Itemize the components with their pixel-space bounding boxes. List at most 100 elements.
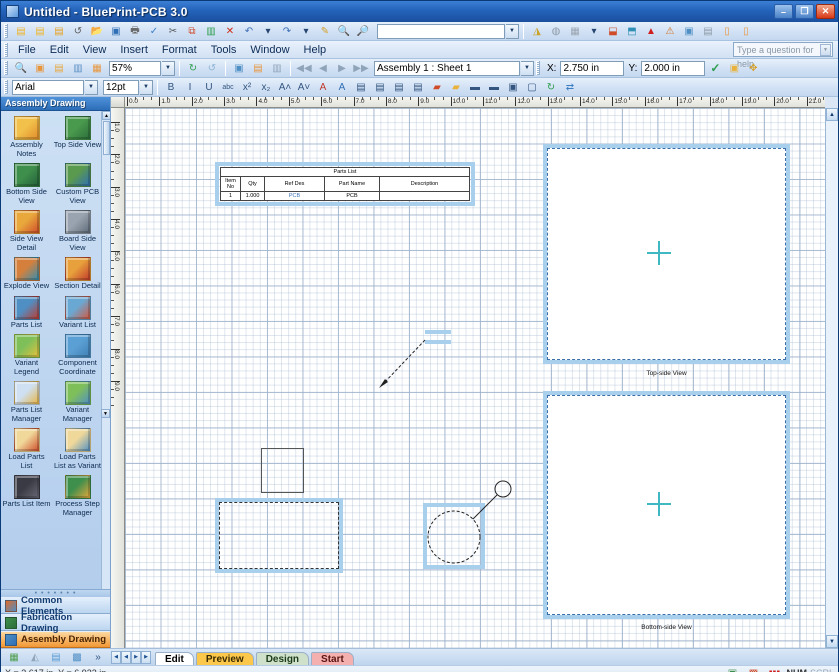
delete-icon[interactable]: ✕ — [221, 23, 239, 40]
view-toolbar-grip[interactable] — [4, 61, 8, 75]
drawing-sheet[interactable]: Parts List Item No Qty Ref Des Part Name… — [125, 108, 825, 648]
superscript-button[interactable]: x² — [238, 79, 256, 96]
pick-point-icon[interactable]: ✥ — [744, 60, 762, 77]
print-preview-icon[interactable]: ✓ — [145, 23, 163, 40]
tab-start[interactable]: Start — [311, 651, 354, 666]
mirror-button[interactable]: ⇄ — [561, 79, 579, 96]
menu-item-file[interactable]: File — [11, 43, 43, 57]
shrink-font-button[interactable]: A˅ — [295, 79, 313, 96]
first-sheet-icon[interactable]: ◀ — [111, 650, 121, 664]
leader-arrow-object[interactable] — [375, 326, 465, 396]
grow-font-button[interactable]: A˄ — [276, 79, 294, 96]
font-name-input[interactable] — [12, 79, 84, 95]
parts-list-table[interactable]: Parts List Item No Qty Ref Des Part Name… — [220, 167, 470, 201]
prev-page-icon[interactable]: ◀ — [314, 60, 332, 77]
sidebar-item-component-coordinate[interactable]: Component Coordinate — [52, 332, 103, 379]
sidebar-item-variant-legend[interactable]: Variant Legend — [1, 332, 52, 379]
sidebar-item-process-step-manager[interactable]: Process Step Manager — [52, 473, 103, 520]
font-name-dropdown-icon[interactable]: ▼ — [85, 79, 98, 95]
table-row[interactable]: 1 1.000 PCB PCB — [220, 191, 470, 201]
sidebar-scroll-thumb[interactable] — [103, 121, 110, 155]
horizontal-ruler[interactable]: 0.0 1.0 2.0 3.0 4.0 5.0 6.0 7.0 8.0 9.0 10.0 11.0 12… — [125, 97, 825, 108]
dual-sheet-icon[interactable]: ▥ — [268, 60, 286, 77]
import-icon[interactable]: ⬓ — [604, 23, 622, 40]
coord-toolbar-grip[interactable] — [536, 61, 540, 75]
last-page-icon[interactable]: ▶▶ — [352, 60, 370, 77]
prev-sheet-icon[interactable]: ◀ — [121, 650, 131, 664]
sheet-selector-dropdown-icon[interactable]: ▼ — [521, 60, 534, 76]
vertical-ruler[interactable]: 1.0 2.0 3.0 4.0 5.0 6.0 7.0 8.0 9.0 — [111, 108, 125, 648]
split-sheet-icon[interactable]: ▤ — [249, 60, 267, 77]
top-side-view-object[interactable] — [543, 144, 790, 364]
format-painter-icon[interactable]: ✎ — [316, 23, 334, 40]
strikethrough-button[interactable]: abc — [219, 79, 237, 96]
apply-coordinates-icon[interactable]: ✓ — [706, 60, 724, 77]
redo-dropdown-icon[interactable]: ▾ — [297, 23, 315, 40]
zoom-tool-icon[interactable]: 🔍 — [12, 60, 30, 77]
sidebar-nav-fabrication-drawing[interactable]: Fabrication Drawing — [1, 612, 110, 634]
minimize-button[interactable]: – — [774, 4, 793, 19]
sidebar-scrollbar[interactable]: ▲ — [101, 111, 110, 589]
find-icon[interactable]: 🔎 — [354, 23, 372, 40]
maximize-button[interactable]: ❐ — [795, 4, 814, 19]
coord-x-input[interactable] — [560, 60, 625, 76]
line-color-button[interactable]: ▰ — [428, 79, 446, 96]
sidebar-item-assembly-notes[interactable]: Assembly Notes — [1, 114, 52, 161]
tab-preview[interactable]: Preview — [195, 651, 254, 666]
undo-small-icon[interactable]: ↺ — [69, 23, 87, 40]
sidebar-item-load-parts-list[interactable]: Load Parts List — [1, 426, 52, 473]
next-sheet-icon[interactable]: ▶ — [131, 650, 141, 664]
subscript-button[interactable]: x₂ — [257, 79, 275, 96]
menu-item-window[interactable]: Window — [243, 43, 296, 57]
zoom-dropdown-icon[interactable]: ▼ — [162, 60, 175, 76]
sidebar-item-parts-list-item[interactable]: Parts List Item — [1, 473, 52, 520]
reload-icon[interactable]: ↺ — [203, 60, 221, 77]
sidebar-item-variant-manager[interactable]: Variant Manager — [52, 379, 103, 426]
export-icon[interactable]: ⬒ — [623, 23, 641, 40]
sidebar-item-custom-pcb-view[interactable]: Custom PCB View — [52, 161, 103, 208]
tab-design[interactable]: Design — [255, 651, 310, 666]
image-icon[interactable]: ▣ — [680, 23, 698, 40]
copy-icon[interactable]: ⧉ — [183, 23, 201, 40]
warning-icon[interactable]: ⚠ — [661, 23, 679, 40]
sidebar-item-parts-list[interactable]: Parts List — [1, 294, 52, 333]
underline-button[interactable]: U — [200, 79, 218, 96]
sidebar-nav-assembly-drawing[interactable]: Assembly Drawing — [1, 631, 110, 648]
sidebar-item-top-side-view[interactable]: Top Side View — [52, 114, 103, 161]
sidebar-item-parts-list-manager[interactable]: Parts List Manager — [1, 379, 52, 426]
sidebar-item-variant-list[interactable]: Variant List — [52, 294, 103, 333]
alert-indicator[interactable]: ▩ — [744, 665, 762, 672]
fill-color-button[interactable]: ▰ — [447, 79, 465, 96]
format-toolbar-grip[interactable] — [4, 80, 8, 94]
bars-indicator[interactable]: ▮▮▮ — [765, 665, 783, 672]
find-replace-icon[interactable]: 🔍 — [335, 23, 353, 40]
paste-icon[interactable]: ▥ — [202, 23, 220, 40]
single-sheet-icon[interactable]: ▣ — [230, 60, 248, 77]
font-size-input[interactable] — [103, 79, 139, 95]
tab-edit[interactable]: Edit — [155, 651, 194, 666]
help-dropdown-icon[interactable]: ▼ — [820, 44, 831, 56]
cut-icon[interactable]: ✂ — [164, 23, 182, 40]
fit-page-icon[interactable]: ▣ — [31, 60, 49, 77]
sidebar-item-load-parts-list-as-variant[interactable]: Load Parts List as Variant — [52, 426, 103, 473]
zoom-actual-icon[interactable]: ▦ — [88, 60, 106, 77]
menu-item-help[interactable]: Help — [297, 43, 334, 57]
circle-detail-object[interactable] — [423, 480, 512, 569]
align-left-button[interactable]: ▤ — [352, 79, 370, 96]
layers-icon[interactable]: ▤ — [47, 649, 65, 666]
toolbar-grip[interactable] — [4, 24, 8, 38]
undo-icon[interactable]: ↶ — [240, 23, 258, 40]
sidebar-item-bottom-side-view[interactable]: Bottom Side View — [1, 161, 52, 208]
align-justify-button[interactable]: ▤ — [409, 79, 427, 96]
menu-item-tools[interactable]: Tools — [204, 43, 244, 57]
next-page-icon[interactable]: ▶ — [333, 60, 351, 77]
vertical-scroll-track[interactable] — [826, 121, 838, 635]
menubar-grip[interactable] — [4, 42, 8, 57]
last-sheet-icon[interactable]: ▶ — [141, 650, 151, 664]
properties-icon[interactable]: ▩ — [68, 649, 86, 666]
line-width-button[interactable]: ▬ — [466, 79, 484, 96]
sidebar-scroll-down-icon[interactable]: ▼ — [101, 409, 110, 418]
menu-item-edit[interactable]: Edit — [43, 43, 76, 57]
grid-toggle-icon[interactable]: ▦ — [5, 649, 23, 666]
open-recent-icon[interactable]: ▤ — [31, 23, 49, 40]
